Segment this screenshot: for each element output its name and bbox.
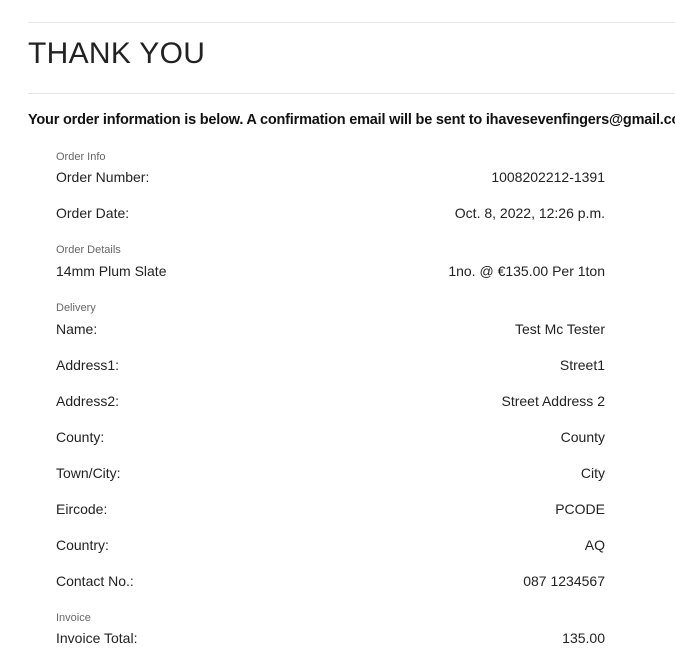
- delivery-field-value: County: [560, 429, 605, 445]
- delivery-contact-row: Contact No.: 087 1234567: [56, 571, 605, 591]
- order-number-row: Order Number: 1008202212-1391: [56, 167, 605, 187]
- top-divider: [28, 22, 675, 23]
- order-date-label: Order Date:: [56, 205, 130, 221]
- order-confirmation-page: THANK YOU Your order information is belo…: [0, 0, 675, 663]
- invoice-heading: Invoice: [56, 612, 91, 624]
- delivery-field-label: Country:: [56, 537, 109, 553]
- order-date-value: Oct. 8, 2022, 12:26 p.m.: [454, 205, 605, 221]
- delivery-field-label: Contact No.:: [56, 573, 134, 589]
- delivery-heading: Delivery: [56, 302, 96, 314]
- delivery-field-value: 087 1234567: [523, 573, 605, 589]
- delivery-field-label: Address1:: [56, 357, 120, 373]
- delivery-address2-row: Address2: Street Address 2: [56, 391, 605, 411]
- delivery-field-label: Name:: [56, 321, 98, 337]
- delivery-field-value: City: [580, 465, 605, 481]
- order-item-row: 14mm Plum Slate 1no. @ €135.00 Per 1ton: [56, 261, 605, 281]
- confirmation-message: Your order information is below. A confi…: [28, 112, 675, 128]
- delivery-field-value: Street1: [559, 357, 605, 373]
- order-item-name: 14mm Plum Slate: [56, 263, 167, 279]
- order-item-qty-price: 1no. @ €135.00 Per 1ton: [448, 263, 605, 279]
- invoice-total-value: 135.00: [562, 630, 605, 646]
- invoice-total-row: Invoice Total: 135.00: [56, 628, 605, 648]
- order-number-value: 1008202212-1391: [491, 169, 605, 185]
- delivery-name-row: Name: Test Mc Tester: [56, 319, 605, 339]
- delivery-field-label: Address2:: [56, 393, 120, 409]
- delivery-field-label: County:: [56, 429, 105, 445]
- delivery-country-row: Country: AQ: [56, 535, 605, 555]
- order-details-heading: Order Details: [56, 244, 121, 256]
- delivery-eircode-row: Eircode: PCODE: [56, 499, 605, 519]
- delivery-field-value: AQ: [584, 537, 605, 553]
- delivery-field-label: Eircode:: [56, 501, 108, 517]
- page-title: THANK YOU: [28, 37, 206, 70]
- title-divider: [28, 93, 675, 94]
- order-info-heading: Order Info: [56, 151, 106, 163]
- delivery-field-value: Test Mc Tester: [515, 321, 605, 337]
- delivery-field-value: PCODE: [555, 501, 605, 517]
- invoice-total-label: Invoice Total:: [56, 630, 138, 646]
- delivery-county-row: County: County: [56, 427, 605, 447]
- order-date-row: Order Date: Oct. 8, 2022, 12:26 p.m.: [56, 203, 605, 223]
- delivery-address1-row: Address1: Street1: [56, 355, 605, 375]
- order-number-label: Order Number:: [56, 169, 150, 185]
- delivery-town-row: Town/City: City: [56, 463, 605, 483]
- delivery-field-label: Town/City:: [56, 465, 121, 481]
- delivery-field-value: Street Address 2: [501, 393, 605, 409]
